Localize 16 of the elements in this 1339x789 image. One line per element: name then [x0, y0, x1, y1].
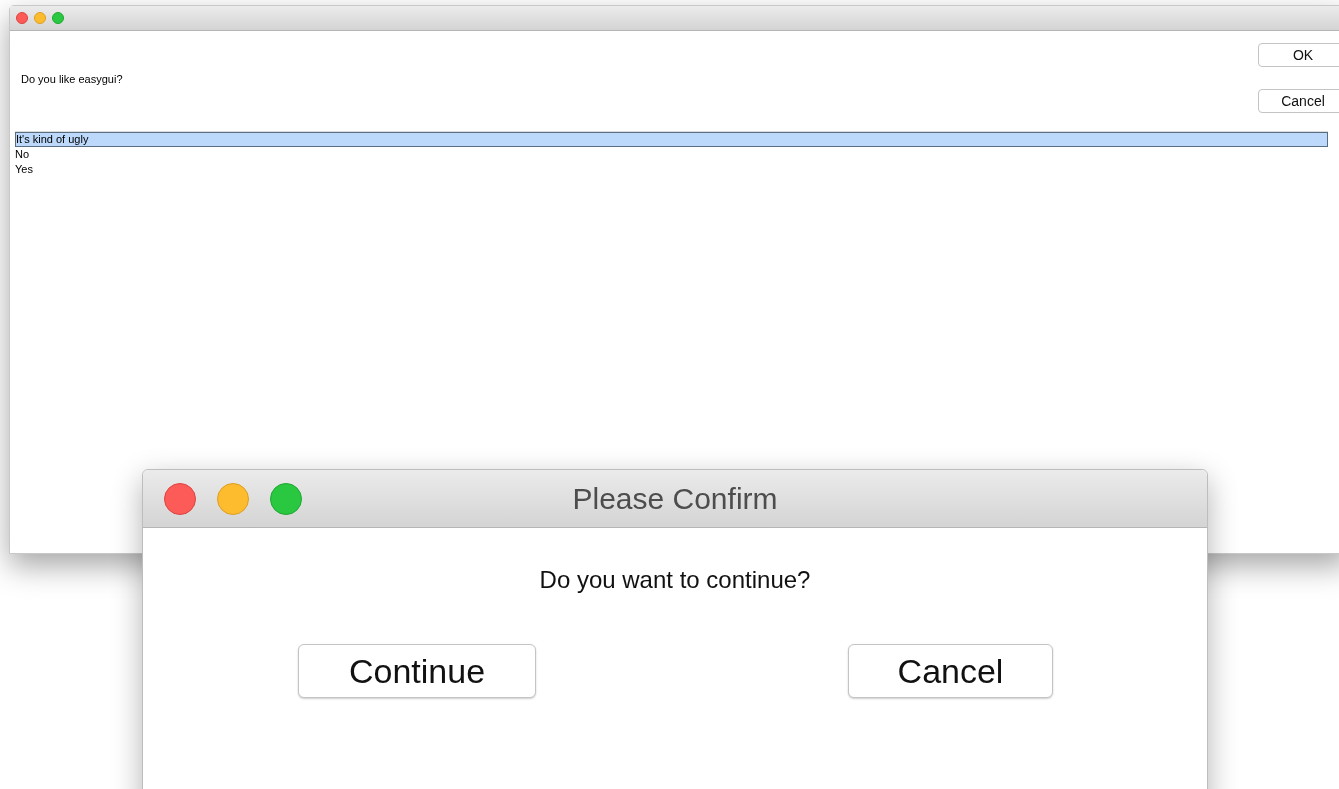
close-icon[interactable] — [164, 482, 196, 515]
dialog-button[interactable]: Continue — [298, 644, 536, 698]
window-title: Please Confirm — [572, 481, 778, 516]
minimize-icon[interactable] — [217, 482, 249, 515]
list-item[interactable]: No — [15, 147, 1328, 162]
zoom-icon[interactable] — [52, 12, 64, 24]
list-item[interactable]: It's kind of ugly — [15, 132, 1328, 147]
dialog-button[interactable]: Cancel — [1258, 89, 1339, 113]
dialog-button[interactable]: OK — [1258, 43, 1339, 67]
close-icon[interactable] — [16, 12, 28, 24]
minimize-icon[interactable] — [34, 12, 46, 24]
list-item[interactable]: Yes — [15, 162, 1328, 177]
prompt-text: Do you like easygui? — [21, 73, 123, 87]
message-text: Do you want to continue? — [539, 566, 811, 594]
zoom-icon[interactable] — [270, 482, 302, 515]
dialog-button[interactable]: Cancel — [848, 644, 1053, 698]
